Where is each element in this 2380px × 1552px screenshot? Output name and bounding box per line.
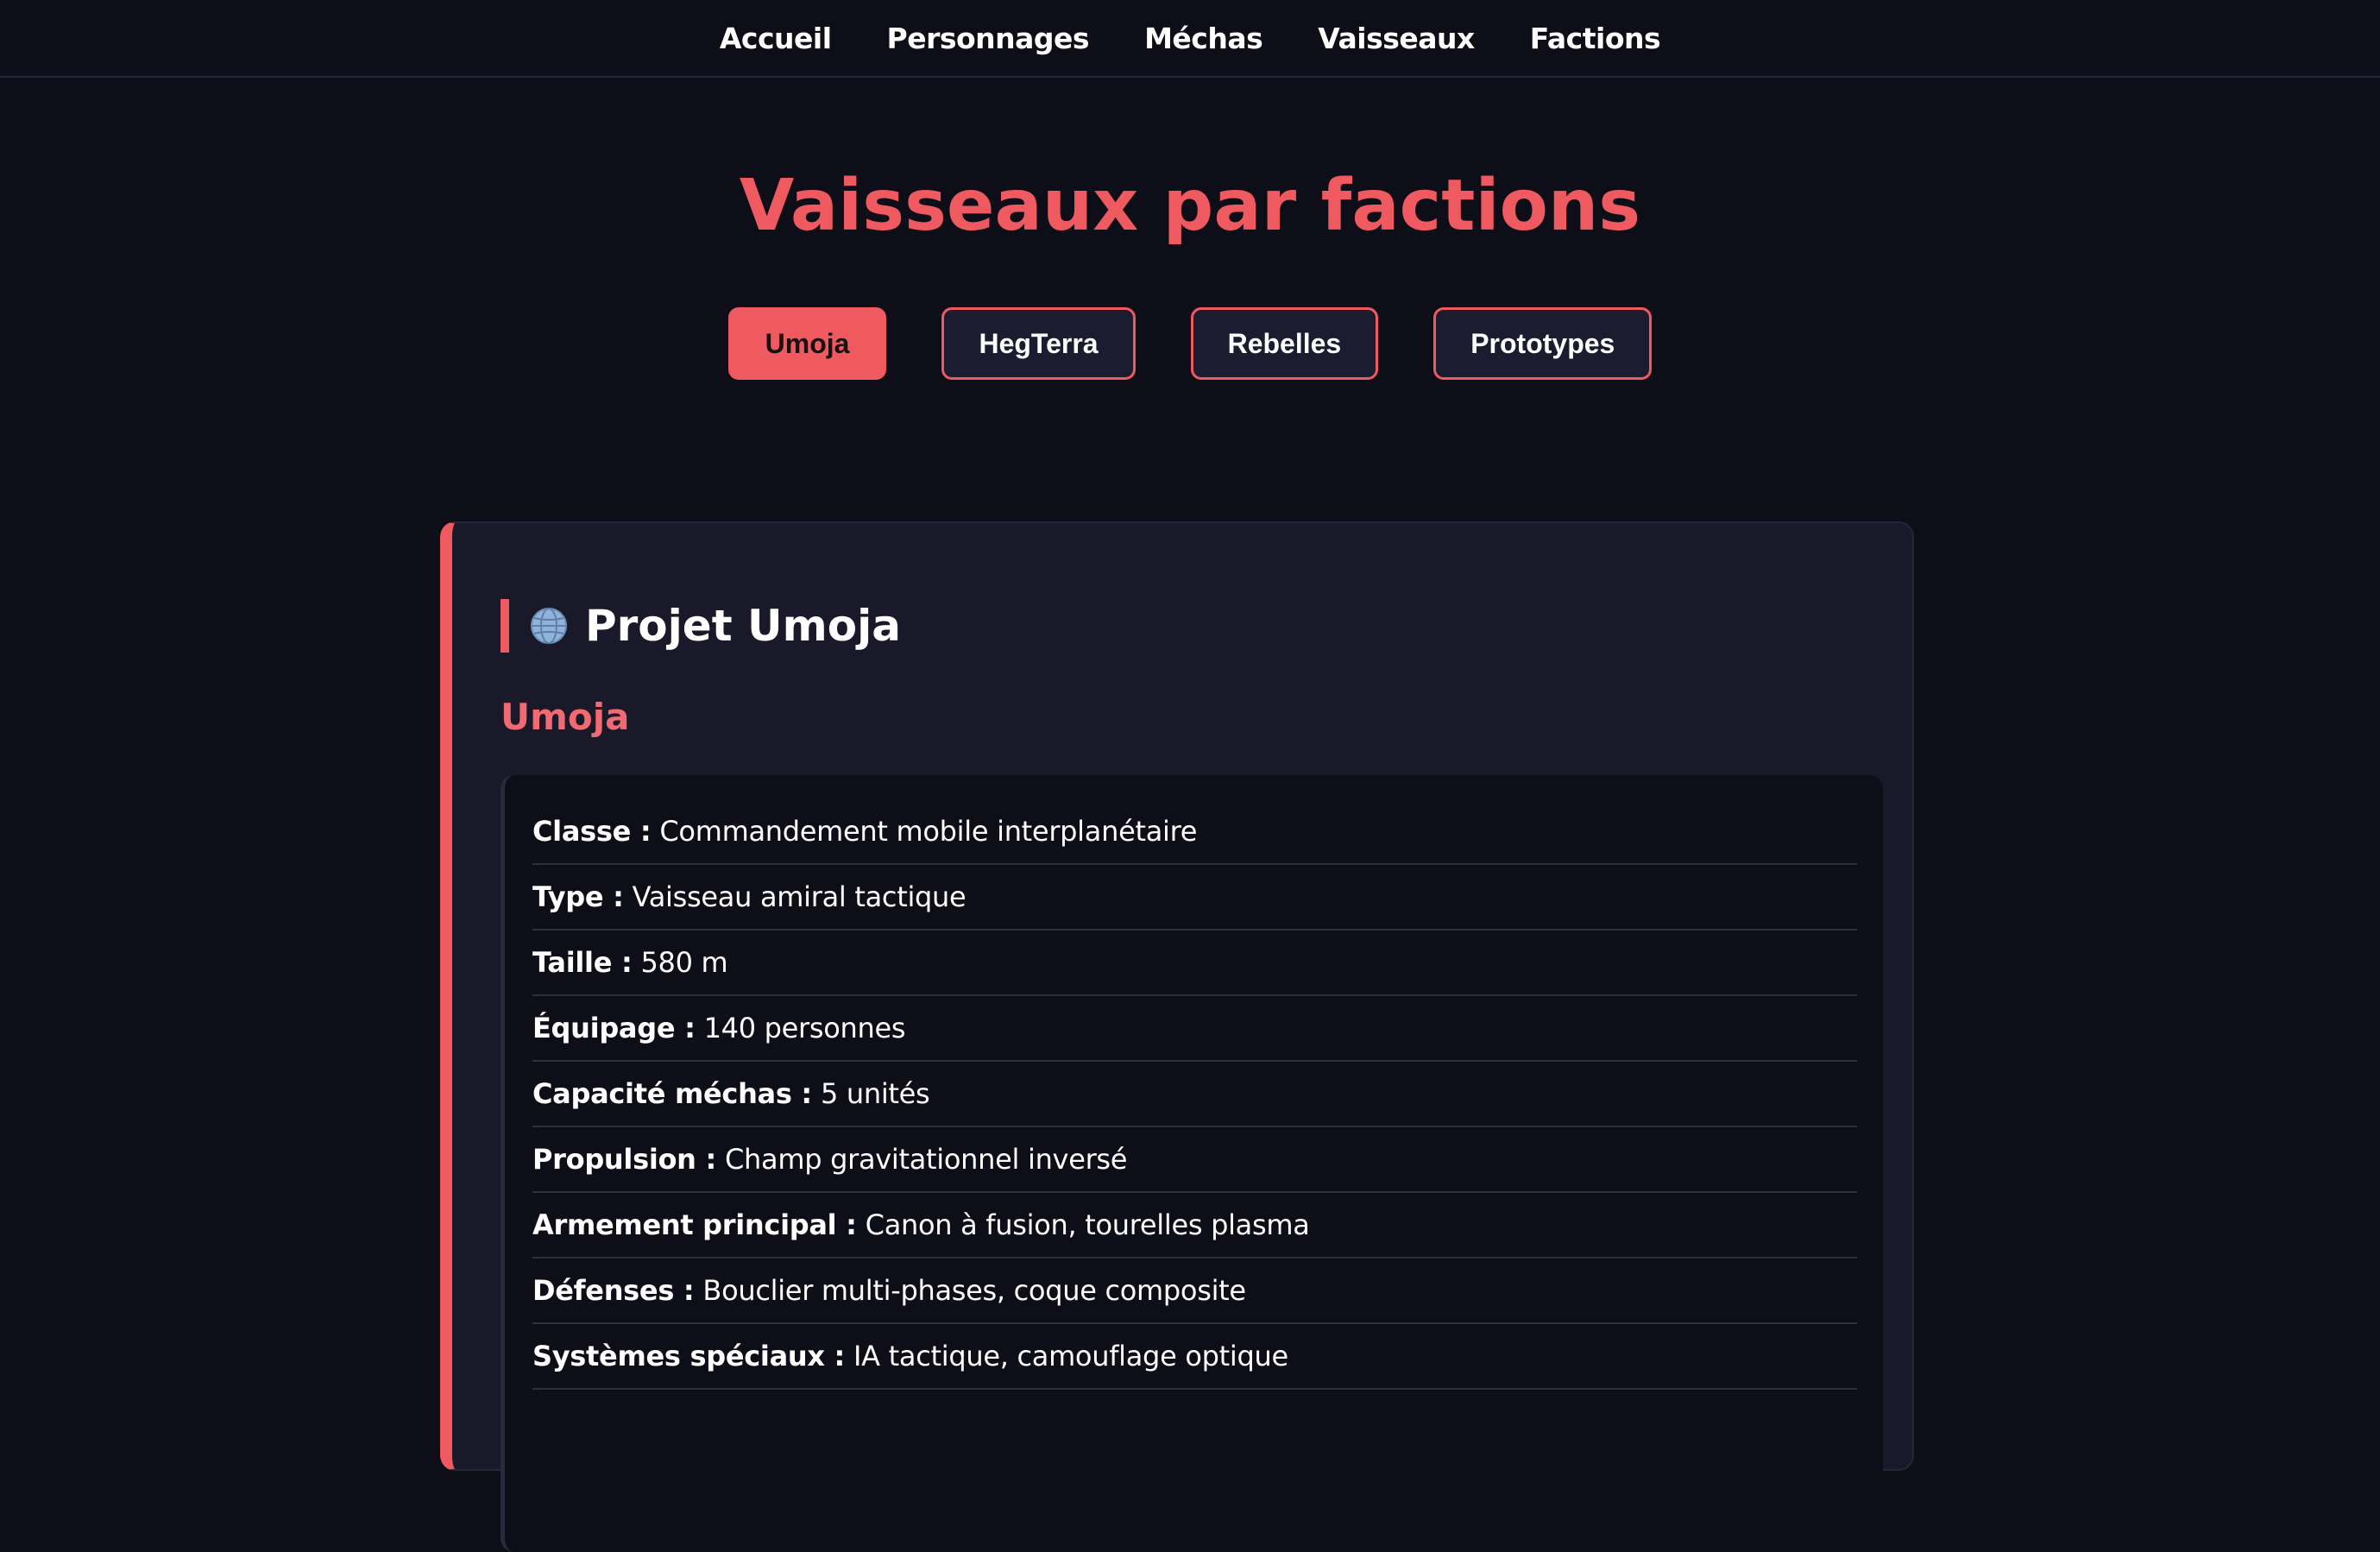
spec-row-systemes-speciaux: Systèmes spéciaux : IA tactique, camoufl… xyxy=(532,1324,1857,1390)
top-navigation: Accueil Personnages Méchas Vaisseaux Fac… xyxy=(0,0,2380,78)
spec-value: Champ gravitationnel inversé xyxy=(725,1143,1128,1176)
faction-title: Projet Umoja xyxy=(501,599,901,653)
nav-link-personnages[interactable]: Personnages xyxy=(887,22,1090,55)
spec-value: 580 m xyxy=(640,946,728,979)
spec-label: Taille : xyxy=(532,946,633,979)
spec-label: Propulsion : xyxy=(532,1143,716,1176)
spec-value: 5 unités xyxy=(820,1077,930,1110)
faction-title-text: Projet Umoja xyxy=(585,601,901,651)
tab-hegterra[interactable]: HegTerra xyxy=(941,307,1136,380)
globe-icon xyxy=(531,608,567,644)
spec-label: Systèmes spéciaux : xyxy=(532,1340,846,1372)
spec-value: 140 personnes xyxy=(703,1012,906,1044)
nav-link-factions[interactable]: Factions xyxy=(1530,22,1661,55)
spec-value: Canon à fusion, tourelles plasma xyxy=(865,1208,1310,1241)
spec-row-taille: Taille : 580 m xyxy=(532,931,1857,996)
spec-value: Vaisseau amiral tactique xyxy=(632,880,966,913)
spec-row-classe: Classe : Commandement mobile interplanét… xyxy=(532,799,1857,865)
spec-row-defenses: Défenses : Bouclier multi-phases, coque … xyxy=(532,1259,1857,1324)
ship-specs: Classe : Commandement mobile interplanét… xyxy=(501,775,1883,1552)
faction-tabs: Umoja HegTerra Rebelles Prototypes xyxy=(0,307,2380,380)
spec-label: Classe : xyxy=(532,815,652,848)
spec-value: IA tactique, camouflage optique xyxy=(853,1340,1288,1372)
spec-row-armement: Armement principal : Canon à fusion, tou… xyxy=(532,1193,1857,1259)
spec-label: Armement principal : xyxy=(532,1208,857,1241)
tab-prototypes[interactable]: Prototypes xyxy=(1433,307,1653,380)
spec-row-equipage: Équipage : 140 personnes xyxy=(532,996,1857,1062)
faction-card: Projet Umoja Umoja Classe : Commandement… xyxy=(440,521,1914,1552)
title-accent-bar xyxy=(501,599,509,653)
nav-link-mechas[interactable]: Méchas xyxy=(1144,22,1263,55)
spec-value: Commandement mobile interplanétaire xyxy=(659,815,1198,848)
tab-umoja[interactable]: Umoja xyxy=(727,307,887,380)
spec-label: Équipage : xyxy=(532,1012,696,1044)
spec-label: Capacité méchas : xyxy=(532,1077,812,1110)
nav-link-vaisseaux[interactable]: Vaisseaux xyxy=(1318,22,1475,55)
nav-link-accueil[interactable]: Accueil xyxy=(720,22,832,55)
spec-row-capacite-mechas: Capacité méchas : 5 unités xyxy=(532,1062,1857,1127)
spec-row-propulsion: Propulsion : Champ gravitationnel invers… xyxy=(532,1127,1857,1193)
spec-value: Bouclier multi-phases, coque composite xyxy=(702,1274,1246,1307)
spec-label: Défenses : xyxy=(532,1274,695,1307)
page-title: Vaisseaux par factions xyxy=(739,165,1641,247)
spec-row-type: Type : Vaisseau amiral tactique xyxy=(532,865,1857,931)
ship-name: Umoja xyxy=(501,696,630,738)
tab-rebelles[interactable]: Rebelles xyxy=(1190,307,1379,380)
spec-label: Type : xyxy=(532,880,624,913)
